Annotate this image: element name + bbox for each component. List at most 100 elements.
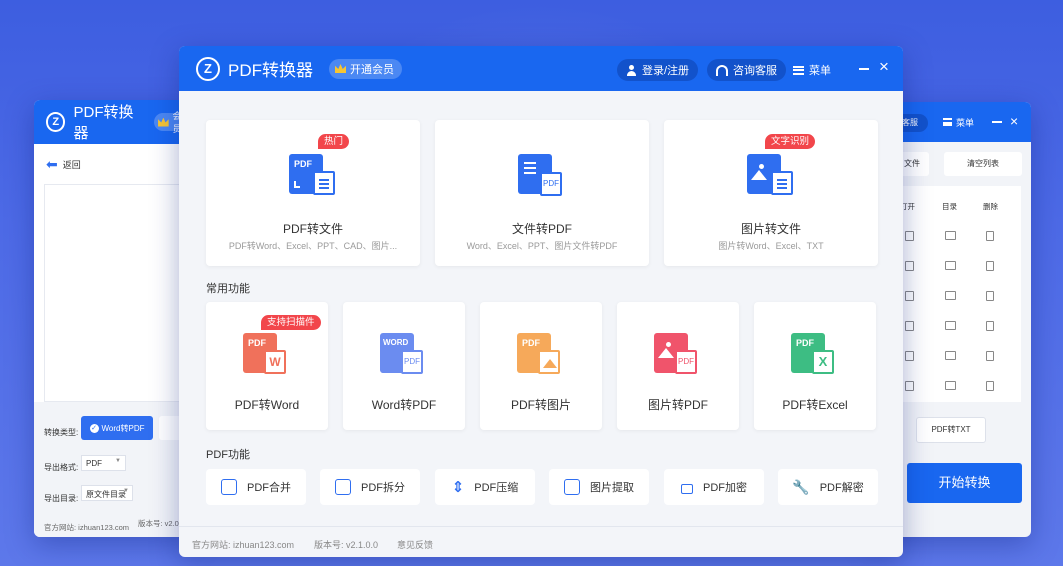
export-format-select[interactable]: PDF ▼: [81, 455, 126, 471]
menu-icon: [943, 118, 952, 126]
card-subtitle: PDF转Word、Excel、PPT、CAD、图片...: [228, 241, 398, 251]
tool-label: 图片提取: [590, 482, 634, 494]
key-icon: 🔧: [792, 478, 810, 495]
left-window: Z PDF转换器 会员 ⬅ 返回 转换类型: ✓ Word转PDF 导出格式: PD…: [34, 100, 194, 537]
vip-button[interactable]: 开通会员: [329, 58, 402, 79]
export-dir-value: 原文件目录: [86, 490, 126, 499]
card-title: PDF转Excel: [782, 398, 848, 412]
folder-icon[interactable]: [945, 321, 956, 330]
folder-icon[interactable]: [945, 381, 956, 390]
folder-icon[interactable]: [945, 261, 956, 270]
minimize-icon[interactable]: [992, 121, 1002, 123]
footer-version: 版本号: v2.1.0.0: [314, 540, 379, 550]
card-title: PDF转Word: [234, 398, 300, 412]
card-title: 图片转文件: [740, 222, 801, 236]
open-file-icon[interactable]: [905, 321, 914, 331]
minimize-icon[interactable]: [859, 68, 869, 70]
export-dir-select[interactable]: 原文件目录 ▼: [81, 485, 133, 501]
card-image-to-pdf[interactable]: PDF 图片转PDF: [617, 302, 739, 430]
card-file-to-pdf[interactable]: PDF 文件转PDF Word、Excel、PPT、图片文件转PDF: [435, 120, 649, 266]
doc-glyph: [313, 171, 335, 195]
open-file-icon[interactable]: [905, 261, 914, 271]
trash-icon[interactable]: [986, 381, 994, 391]
card-title: PDF转图片: [510, 398, 571, 412]
tool-pdf-merge[interactable]: PDF合并: [206, 469, 306, 505]
pdf-section-title: PDF功能: [206, 449, 250, 461]
convert-type-label: 转换类型:: [44, 428, 79, 437]
tool-pdf-decrypt[interactable]: 🔧 PDF解密: [778, 469, 878, 505]
card-title: 图片转PDF: [647, 398, 708, 412]
chevron-down-icon: ▼: [115, 458, 121, 464]
right-menu-label[interactable]: 菜单: [956, 116, 974, 129]
pdf-to-txt-button[interactable]: PDF转TXT: [916, 417, 986, 443]
open-file-icon[interactable]: [905, 381, 914, 391]
left-website: 官方网站: izhuan123.com: [44, 523, 130, 532]
check-icon: ✓: [89, 423, 99, 433]
folder-icon[interactable]: [945, 351, 956, 360]
split-icon: [335, 479, 351, 495]
folder-icon[interactable]: [945, 231, 956, 240]
crown-icon: [158, 117, 169, 127]
folder-icon[interactable]: [945, 291, 956, 300]
common-section-title: 常用功能: [206, 283, 250, 295]
trash-icon[interactable]: [986, 231, 994, 241]
convert-type-value: Word转PDF: [101, 423, 145, 433]
trash-icon[interactable]: [986, 321, 994, 331]
customer-service-button[interactable]: 咨询客服: [707, 59, 786, 81]
card-image-to-file[interactable]: 文字识别 图片转文件 图片转Word、Excel、TXT: [664, 120, 878, 266]
footer-website[interactable]: 官方网站: izhuan123.com: [192, 538, 294, 551]
pdf-glyph: PDF: [675, 350, 697, 374]
footer-divider: [179, 526, 903, 527]
tool-label: PDF加密: [703, 482, 747, 494]
ocr-tag: 文字识别: [765, 134, 816, 149]
card-subtitle: 图片转Word、Excel、TXT: [718, 241, 824, 251]
user-icon: [626, 64, 637, 76]
hot-tag: 热门: [318, 134, 350, 149]
left-title-bar: Z PDF转换器 会员: [34, 100, 194, 144]
close-icon[interactable]: ×: [879, 58, 889, 75]
tool-label: PDF合并: [247, 482, 291, 494]
image-glyph: [538, 350, 560, 374]
close-icon[interactable]: ×: [1010, 113, 1018, 129]
left-file-area: [44, 184, 184, 402]
tool-pdf-split[interactable]: PDF拆分: [320, 469, 420, 505]
chart-glyph: [294, 181, 300, 188]
tool-pdf-encrypt[interactable]: PDF加密: [664, 469, 764, 505]
doc-glyph: [771, 171, 793, 195]
card-pdf-to-excel[interactable]: PDF X PDF转Excel: [754, 302, 876, 430]
menu-label: 菜单: [809, 65, 831, 77]
menu-button[interactable]: 菜单: [793, 62, 831, 78]
open-file-icon[interactable]: [905, 291, 914, 301]
login-label: 登录/注册: [642, 65, 690, 77]
card-title: Word转PDF: [371, 398, 437, 412]
app-title: PDF转换器: [228, 61, 313, 80]
word-glyph: W: [264, 350, 286, 374]
chevron-down-icon: ▼: [123, 488, 129, 494]
trash-icon[interactable]: [986, 351, 994, 361]
tool-image-extract[interactable]: 图片提取: [549, 469, 649, 505]
card-pdf-to-word[interactable]: 支持扫描件 PDF W PDF转Word: [206, 302, 328, 430]
card-title: 文件转PDF: [511, 222, 572, 236]
start-convert-button[interactable]: 开始转换: [907, 463, 1022, 503]
trash-icon[interactable]: [986, 291, 994, 301]
excel-glyph: X: [812, 350, 834, 374]
back-arrow-icon: ⬅: [46, 156, 58, 172]
tool-pdf-compress[interactable]: ⇕ PDF压缩: [435, 469, 535, 505]
left-app-title: PDF转换器: [73, 104, 134, 142]
convert-type-button[interactable]: ✓ Word转PDF: [81, 416, 153, 440]
col-delete: 删除: [983, 202, 998, 211]
headset-icon: [716, 64, 728, 76]
feedback-link[interactable]: 意见反馈: [397, 538, 433, 551]
crown-icon: [335, 64, 346, 73]
card-word-to-pdf[interactable]: WORD PDF Word转PDF: [343, 302, 465, 430]
open-file-icon[interactable]: [905, 351, 914, 361]
clear-list-button[interactable]: 清空列表: [944, 152, 1022, 176]
card-title: PDF转文件: [282, 222, 343, 236]
service-label: 咨询客服: [733, 65, 777, 77]
trash-icon[interactable]: [986, 261, 994, 271]
open-file-icon[interactable]: [905, 231, 914, 241]
card-pdf-to-image[interactable]: PDF PDF转图片: [480, 302, 602, 430]
back-button[interactable]: ⬅ 返回: [46, 156, 81, 173]
login-button[interactable]: 登录/注册: [617, 59, 699, 81]
card-pdf-to-file[interactable]: 热门 PDF PDF转文件 PDF转Word、Excel、PPT、CAD、图片.…: [206, 120, 420, 266]
